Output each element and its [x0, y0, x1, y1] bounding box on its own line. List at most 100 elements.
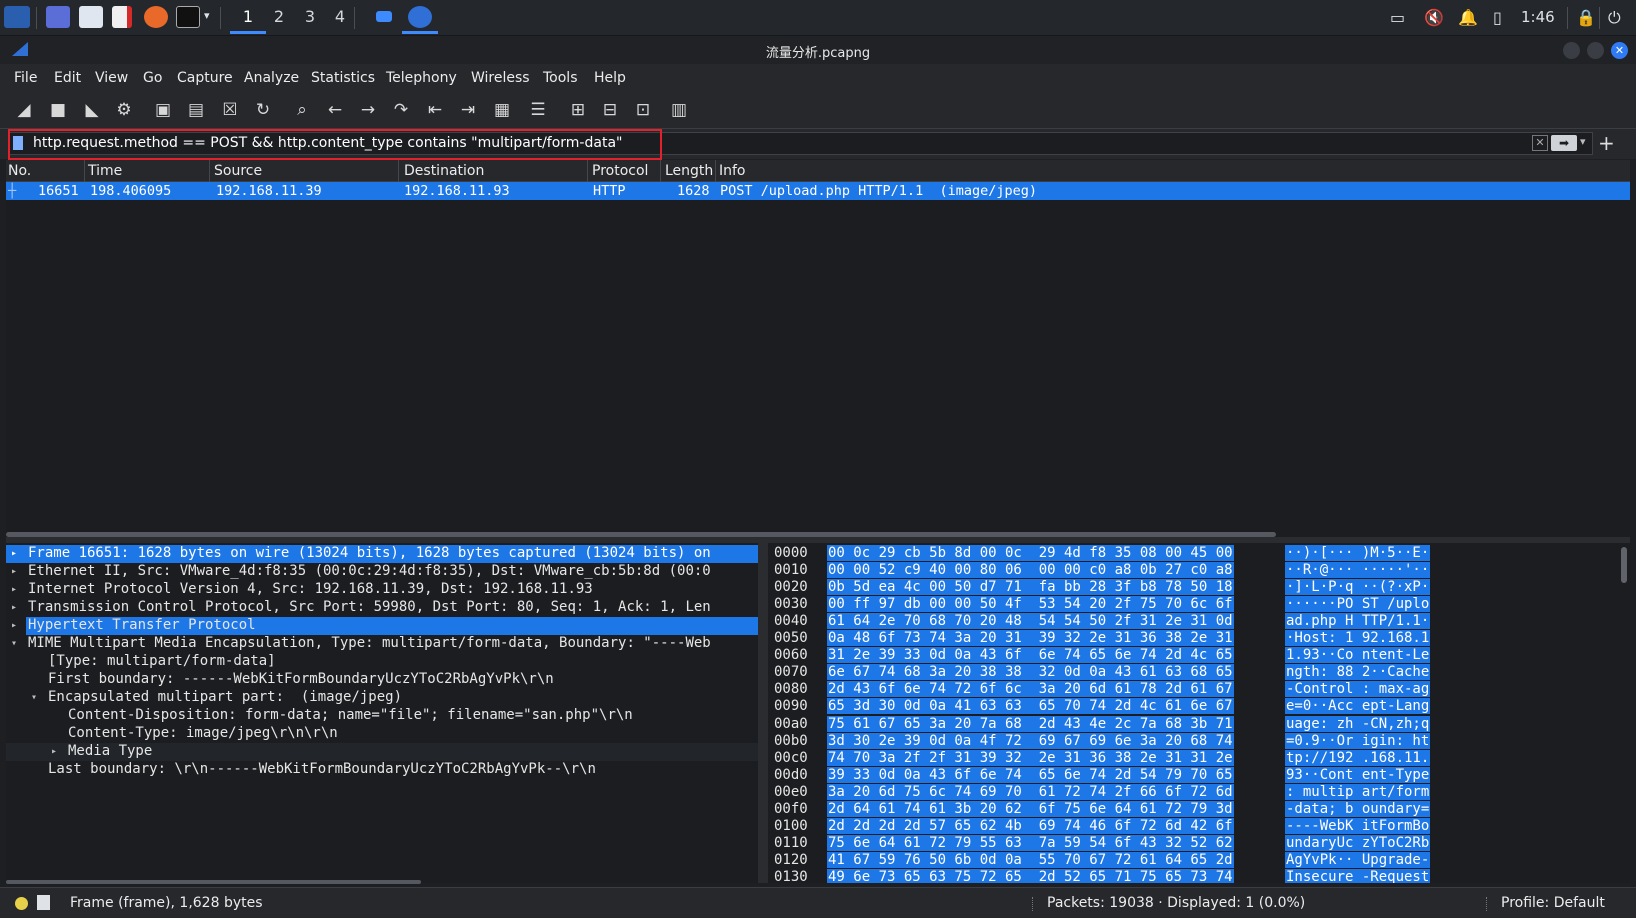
tree-item-ethernet[interactable]: ▸ Ethernet II, Src: VMware_4d:f8:35 (00:0… — [6, 563, 758, 581]
display-icon[interactable]: ▭ — [1390, 8, 1405, 27]
filter-history-chevron-icon[interactable]: ▾ — [1580, 135, 1586, 148]
find-packet-icon[interactable]: ⌕ — [290, 99, 314, 121]
hex-bytes[interactable]: 65 3d 30 0d 0a 41 63 63 65 70 74 2d 4c 6… — [827, 698, 1234, 715]
column-time[interactable]: Time — [88, 163, 122, 179]
file-manager-icon[interactable] — [79, 6, 103, 28]
open-file-icon[interactable]: ▣ — [151, 99, 175, 121]
tree-item-mime[interactable]: ▾ MIME Multipart Media Encapsulation, Typ… — [6, 635, 758, 653]
hex-bytes[interactable]: 75 61 67 65 3a 20 7a 68 2d 43 4e 2c 7a 6… — [827, 715, 1234, 732]
hex-bytes[interactable]: 49 6e 73 65 63 75 72 65 2d 52 65 71 75 6… — [827, 868, 1234, 883]
tree-item-encapsulated-part[interactable]: ▾ Encapsulated multipart part: (image/jpe… — [6, 689, 758, 707]
column-divider[interactable] — [660, 160, 661, 182]
details-scrollbar[interactable] — [6, 880, 421, 884]
hex-bytes[interactable]: 39 33 0d 0a 43 6f 6e 74 65 6e 74 2d 54 7… — [827, 766, 1234, 783]
hex-ascii[interactable]: 93··Cont ent-Type — [1285, 766, 1431, 783]
column-length[interactable]: Length — [665, 163, 713, 179]
go-back-icon[interactable]: ← — [323, 99, 347, 121]
restart-capture-icon[interactable]: ◣ — [80, 99, 104, 121]
expand-arrow-icon[interactable]: ▸ — [51, 746, 57, 757]
go-forward-icon[interactable]: → — [356, 99, 380, 121]
menu-tools[interactable]: Tools — [543, 70, 578, 86]
hex-ascii[interactable]: ad.php H TTP/1.1· — [1285, 613, 1431, 630]
expert-info-icon[interactable] — [15, 897, 28, 910]
column-protocol[interactable]: Protocol — [592, 163, 648, 179]
hex-bytes[interactable]: 0b 5d ea 4c 00 50 d7 71 fa bb 28 3f b8 7… — [827, 579, 1234, 596]
expand-arrow-icon[interactable]: ▸ — [11, 620, 17, 631]
collapse-arrow-icon[interactable]: ▾ — [31, 692, 37, 703]
menu-telephony[interactable]: Telephony — [386, 70, 457, 86]
expand-arrow-icon[interactable]: ▸ — [11, 584, 17, 595]
tree-item-frame[interactable]: ▸ Frame 16651: 1628 bytes on wire (13024 … — [6, 545, 758, 563]
hex-ascii[interactable]: ··R·@··· ·····'·· — [1285, 562, 1431, 579]
hex-ascii[interactable]: : multip art/form — [1285, 783, 1431, 800]
close-file-icon[interactable]: ☒ — [218, 99, 242, 121]
capture-options-icon[interactable]: ⚙ — [112, 99, 136, 121]
column-info[interactable]: Info — [719, 163, 746, 179]
menu-view[interactable]: View — [95, 70, 128, 86]
hex-ascii[interactable]: uage: zh -CN,zh;q — [1285, 715, 1431, 732]
battery-icon[interactable]: ▯ — [1493, 8, 1502, 27]
normal-size-icon[interactable]: ⊡ — [631, 99, 655, 121]
menu-analyze[interactable]: Analyze — [244, 70, 299, 86]
hex-bytes[interactable]: 6e 67 74 68 3a 20 38 38 32 0d 0a 43 61 6… — [827, 664, 1234, 681]
hex-ascii[interactable]: tp://192 .168.11. — [1285, 749, 1431, 766]
kali-menu-icon[interactable] — [4, 6, 30, 28]
bookmark-icon[interactable] — [13, 136, 23, 150]
zoom-out-icon[interactable]: ⊟ — [598, 99, 622, 121]
reload-file-icon[interactable]: ↻ — [251, 99, 275, 121]
hex-ascii[interactable]: -data; b oundary= — [1285, 800, 1431, 817]
hex-ascii[interactable]: ······PO ST /uplo — [1285, 596, 1431, 613]
last-packet-icon[interactable]: ⇥ — [456, 99, 480, 121]
hex-ascii[interactable]: =0.9··Or igin: ht — [1285, 732, 1431, 749]
hex-ascii[interactable]: ·Host: 1 92.168.1 — [1285, 630, 1431, 647]
first-packet-icon[interactable]: ⇤ — [423, 99, 447, 121]
hex-bytes[interactable]: 00 0c 29 cb 5b 8d 00 0c 29 4d f8 35 08 0… — [827, 545, 1234, 561]
hex-ascii[interactable]: ·]·L·P·q ··(?·xP· — [1285, 579, 1431, 596]
hex-bytes[interactable]: 3a 20 6d 75 6c 74 69 70 61 72 74 2f 66 6… — [827, 783, 1234, 800]
text-editor-icon[interactable] — [112, 6, 132, 28]
hex-bytes[interactable]: 00 00 52 c9 40 00 80 06 00 00 c0 a8 0b 2… — [827, 562, 1234, 579]
expand-arrow-icon[interactable]: ▸ — [11, 566, 17, 577]
go-to-packet-icon[interactable]: ↷ — [389, 99, 413, 121]
workspace-4[interactable]: 4 — [329, 7, 351, 26]
hex-bytes[interactable]: 75 6e 64 61 72 79 55 63 7a 59 54 6f 43 3… — [827, 834, 1234, 851]
menu-file[interactable]: File — [14, 70, 37, 86]
tree-item-first-boundary[interactable]: First boundary: ------WebKitFormBoundary… — [48, 671, 554, 689]
power-icon[interactable]: ⏻ — [1608, 8, 1621, 28]
tree-item-http[interactable]: ▸ Hypertext Transfer Protocol — [6, 617, 758, 635]
menu-statistics[interactable]: Statistics — [311, 70, 375, 86]
hex-bytes[interactable]: 00 ff 97 db 00 00 50 4f 53 54 20 2f 75 7… — [827, 596, 1234, 613]
hex-ascii[interactable]: e=0··Acc ept-Lang — [1285, 698, 1431, 715]
menu-edit[interactable]: Edit — [54, 70, 81, 86]
menu-capture[interactable]: Capture — [177, 70, 233, 86]
menu-wireless[interactable]: Wireless — [471, 70, 530, 86]
workspace-3[interactable]: 3 — [299, 7, 321, 26]
hex-bytes[interactable]: 2d 43 6f 6e 74 72 6f 6c 3a 20 6d 61 78 2… — [827, 681, 1234, 698]
column-source[interactable]: Source — [214, 163, 262, 179]
apply-filter-icon[interactable]: ➡ — [1551, 135, 1577, 151]
tree-item-last-boundary[interactable]: Last boundary: \r\n------WebKitFormBound… — [48, 761, 596, 779]
column-divider[interactable] — [398, 160, 399, 182]
hex-bytes[interactable]: 3d 30 2e 39 0d 0a 4f 72 69 67 69 6e 3a 2… — [827, 732, 1234, 749]
hex-ascii[interactable]: 1.93··Co ntent-Le — [1285, 647, 1431, 664]
chevron-down-icon[interactable]: ▾ — [204, 9, 210, 22]
tree-item-tcp[interactable]: ▸ Transmission Control Protocol, Src Port… — [6, 599, 758, 617]
column-divider[interactable] — [209, 160, 210, 182]
wireshark-task-icon[interactable] — [408, 6, 432, 28]
firefox-icon[interactable] — [144, 6, 168, 28]
maximize-button[interactable] — [1587, 42, 1604, 59]
pane-splitter-vertical[interactable] — [758, 543, 768, 883]
column-no[interactable]: No. — [8, 163, 31, 179]
menu-help[interactable]: Help — [594, 70, 626, 86]
add-filter-button-icon[interactable]: + — [1598, 131, 1615, 155]
hex-ascii[interactable]: ngth: 88 2··Cache — [1285, 664, 1431, 681]
status-profile[interactable]: Profile: Default — [1501, 895, 1605, 911]
volume-muted-icon[interactable]: 🔇 — [1424, 8, 1444, 27]
clear-filter-icon[interactable]: ✕ — [1532, 135, 1548, 151]
colorize-icon[interactable]: ☰ — [526, 99, 550, 121]
hex-bytes[interactable]: 2d 2d 2d 2d 57 65 62 4b 69 74 46 6f 72 6… — [827, 817, 1234, 834]
hex-scrollbar[interactable] — [1621, 547, 1627, 583]
workspace-1[interactable]: 1 — [237, 7, 259, 26]
desktop-icon[interactable] — [46, 6, 70, 28]
autoscroll-icon[interactable]: ▦ — [490, 99, 514, 121]
